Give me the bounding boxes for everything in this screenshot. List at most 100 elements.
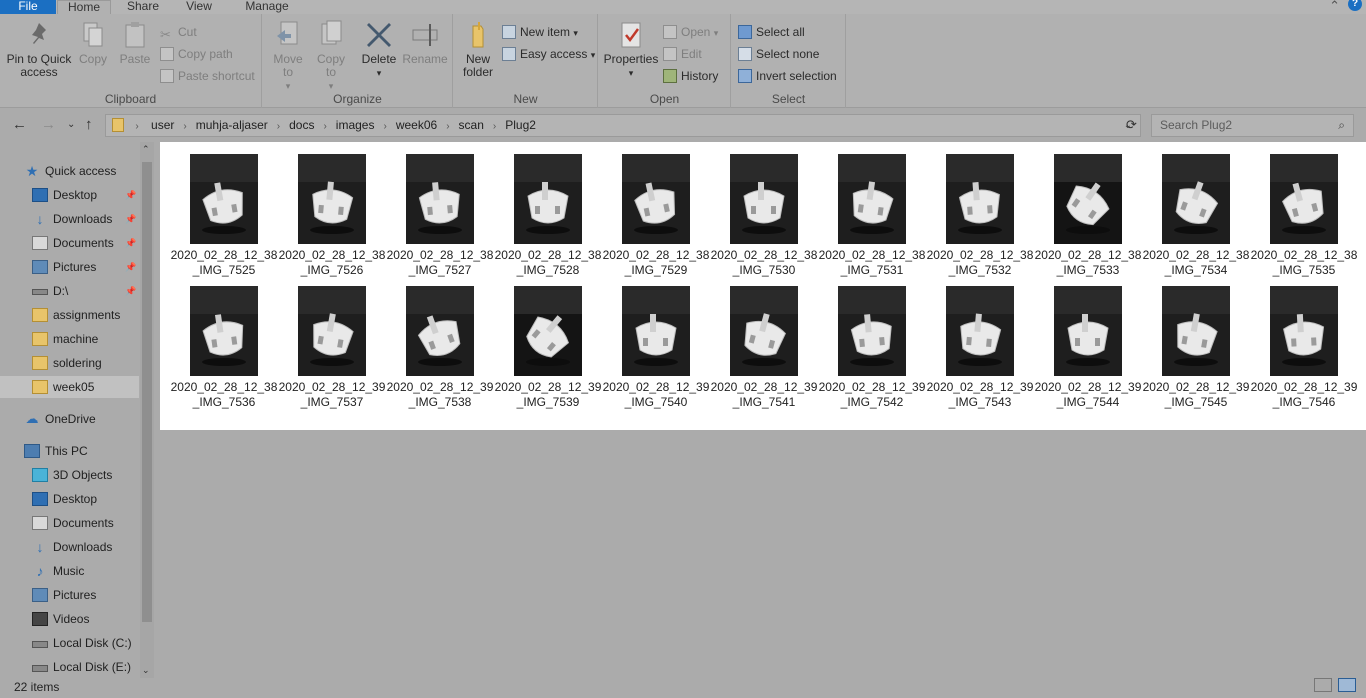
breadcrumb-separator-icon[interactable]: › (323, 116, 326, 137)
file-item[interactable]: 2020_02_28_12_39 _IMG_7541 (710, 274, 818, 409)
sidebar-item-quick-access[interactable]: ★ Quick access (0, 160, 139, 182)
file-item[interactable]: 2020_02_28_12_38 _IMG_7526 (278, 142, 386, 277)
file-item[interactable]: 2020_02_28_12_38 _IMG_7536 (170, 274, 278, 409)
sidebar-item-videos[interactable]: Videos (0, 608, 139, 630)
file-item[interactable]: 2020_02_28_12_39 _IMG_7542 (818, 274, 926, 409)
scroll-up-icon[interactable]: ⌃ (142, 144, 150, 155)
search-input[interactable]: Search Plug2 ⌕ (1151, 114, 1354, 137)
file-item[interactable]: 2020_02_28_12_38 _IMG_7530 (710, 142, 818, 277)
sidebar-item-assignments[interactable]: assignments (0, 304, 139, 326)
sidebar-item-soldering[interactable]: soldering (0, 352, 139, 374)
file-item[interactable]: 2020_02_28_12_39 _IMG_7539 (494, 274, 602, 409)
sidebar-item-machine[interactable]: machine (0, 328, 139, 350)
breadcrumb-separator-icon[interactable]: › (183, 116, 186, 137)
sidebar-item-downloads[interactable]: ↓ Downloads (0, 536, 139, 558)
invert-selection-button[interactable]: Invert selection (738, 66, 837, 86)
tab-file[interactable]: File (0, 0, 56, 14)
file-item[interactable]: 2020_02_28_12_39 _IMG_7543 (926, 274, 1034, 409)
breadcrumb-separator-icon[interactable]: › (383, 116, 386, 137)
file-item[interactable]: 2020_02_28_12_38 _IMG_7529 (602, 142, 710, 277)
sidebar-item-local-disk-e[interactable]: Local Disk (E:) (0, 656, 139, 678)
sidebar-item-pictures[interactable]: Pictures 📌 (0, 256, 139, 278)
sidebar-item-desktop[interactable]: Desktop (0, 488, 139, 510)
large-icons-view-icon[interactable] (1338, 678, 1356, 692)
file-name-line1: 2020_02_28_12_39 (818, 380, 926, 394)
file-item[interactable]: 2020_02_28_12_39 _IMG_7540 (602, 274, 710, 409)
copy-path-button[interactable]: Copy path (160, 44, 233, 64)
copy-to-button[interactable]: Copy to ▾ (311, 20, 351, 93)
file-item[interactable]: 2020_02_28_12_38 _IMG_7533 (1034, 142, 1142, 277)
file-item[interactable]: 2020_02_28_12_39 _IMG_7538 (386, 274, 494, 409)
file-item[interactable]: 2020_02_28_12_39 _IMG_7537 (278, 274, 386, 409)
collapse-ribbon-icon[interactable]: ⌃ (1329, 0, 1340, 14)
file-item[interactable]: 2020_02_28_12_39 _IMG_7544 (1034, 274, 1142, 409)
recent-locations-chevron-icon[interactable]: ⌄ (67, 119, 75, 130)
tab-home[interactable]: Home (57, 0, 111, 14)
edit-button[interactable]: Edit (663, 44, 702, 64)
file-item[interactable]: 2020_02_28_12_38 _IMG_7534 (1142, 142, 1250, 277)
file-item[interactable]: 2020_02_28_12_38 _IMG_7535 (1250, 142, 1358, 277)
sidebar-item-d[interactable]: D:\ 📌 (0, 280, 139, 302)
paste-button[interactable]: Paste (116, 20, 154, 66)
breadcrumb-item[interactable]: Plug2 (505, 115, 536, 136)
file-item[interactable]: 2020_02_28_12_38 _IMG_7532 (926, 142, 1034, 277)
sidebar-item-pictures[interactable]: Pictures (0, 584, 139, 606)
breadcrumb-item[interactable]: scan (459, 115, 484, 136)
sidebar-item-desktop[interactable]: Desktop 📌 (0, 184, 139, 206)
pin-to-quick-access-button[interactable]: Pin to Quick access (4, 20, 74, 79)
sidebar-item-onedrive[interactable]: ☁ OneDrive (0, 408, 139, 430)
breadcrumb-item[interactable]: docs (289, 115, 314, 136)
select-group-label: Select (771, 92, 806, 106)
file-item[interactable]: 2020_02_28_12_39 _IMG_7545 (1142, 274, 1250, 409)
tab-view[interactable]: View (172, 0, 226, 14)
easy-access-button[interactable]: Easy access ▾ (502, 44, 595, 64)
tab-manage[interactable]: Manage (232, 0, 302, 14)
move-to-button[interactable]: Move to ▾ (267, 20, 309, 93)
breadcrumb-separator-icon[interactable]: › (277, 116, 280, 137)
rename-button[interactable]: Rename (401, 20, 449, 66)
sidebar-item-3d-objects[interactable]: 3D Objects (0, 464, 139, 486)
up-arrow-icon[interactable]: ↑ (85, 116, 93, 133)
copy-button[interactable]: Copy (74, 20, 112, 66)
cut-button[interactable]: ✂ Cut (160, 22, 197, 42)
help-icon[interactable]: ? (1348, 0, 1362, 11)
file-item[interactable]: 2020_02_28_12_38 _IMG_7528 (494, 142, 602, 277)
back-arrow-icon[interactable]: ← (12, 116, 27, 133)
scrollbar-thumb[interactable] (142, 162, 152, 622)
breadcrumb-separator-icon[interactable]: › (446, 116, 449, 137)
sidebar-scrollbar[interactable]: ⌃ ⌄ (140, 142, 154, 678)
breadcrumb-item[interactable]: images (336, 115, 375, 136)
select-none-button[interactable]: Select none (738, 44, 819, 64)
file-item[interactable]: 2020_02_28_12_38 _IMG_7527 (386, 142, 494, 277)
history-button[interactable]: History (663, 66, 718, 86)
file-item[interactable]: 2020_02_28_12_39 _IMG_7546 (1250, 274, 1358, 409)
new-item-button[interactable]: New item ▾ (502, 22, 578, 42)
breadcrumb-item[interactable]: user (151, 115, 174, 136)
paste-shortcut-button[interactable]: Paste shortcut (160, 66, 255, 86)
breadcrumb-separator-icon[interactable]: › (493, 116, 496, 137)
file-item[interactable]: 2020_02_28_12_38 _IMG_7525 (170, 142, 278, 277)
tab-share[interactable]: Share (116, 0, 170, 14)
sidebar-item-week05[interactable]: week05 (0, 376, 139, 398)
sidebar-item-downloads[interactable]: ↓ Downloads 📌 (0, 208, 139, 230)
sidebar-item-local-disk-c[interactable]: Local Disk (C:) (0, 632, 139, 654)
breadcrumb-item[interactable]: week06 (396, 115, 437, 136)
sidebar-item-music[interactable]: ♪ Music (0, 560, 139, 582)
refresh-icon[interactable]: ⟳ (1126, 117, 1137, 133)
open-button[interactable]: Open ▾ (663, 22, 718, 42)
file-item[interactable]: 2020_02_28_12_38 _IMG_7531 (818, 142, 926, 277)
photo-plug-image (1162, 154, 1230, 244)
select-all-button[interactable]: Select all (738, 22, 805, 42)
breadcrumb-item[interactable]: muhja-aljaser (196, 115, 268, 136)
details-view-icon[interactable] (1314, 678, 1332, 692)
sidebar-item-this-pc[interactable]: This PC (0, 440, 139, 462)
delete-button[interactable]: Delete ▾ (357, 20, 401, 80)
sidebar-item-documents[interactable]: Documents 📌 (0, 232, 139, 254)
properties-button[interactable]: Properties ▾ (603, 20, 659, 80)
address-bar[interactable]: › user › muhja-aljaser › docs › images › week06 ›… (105, 114, 1141, 137)
sidebar-item-documents[interactable]: Documents (0, 512, 139, 534)
new-folder-button[interactable]: New folder (458, 20, 498, 79)
scroll-down-icon[interactable]: ⌄ (142, 665, 150, 676)
forward-arrow-icon[interactable]: → (41, 116, 56, 133)
delete-icon (367, 23, 391, 47)
